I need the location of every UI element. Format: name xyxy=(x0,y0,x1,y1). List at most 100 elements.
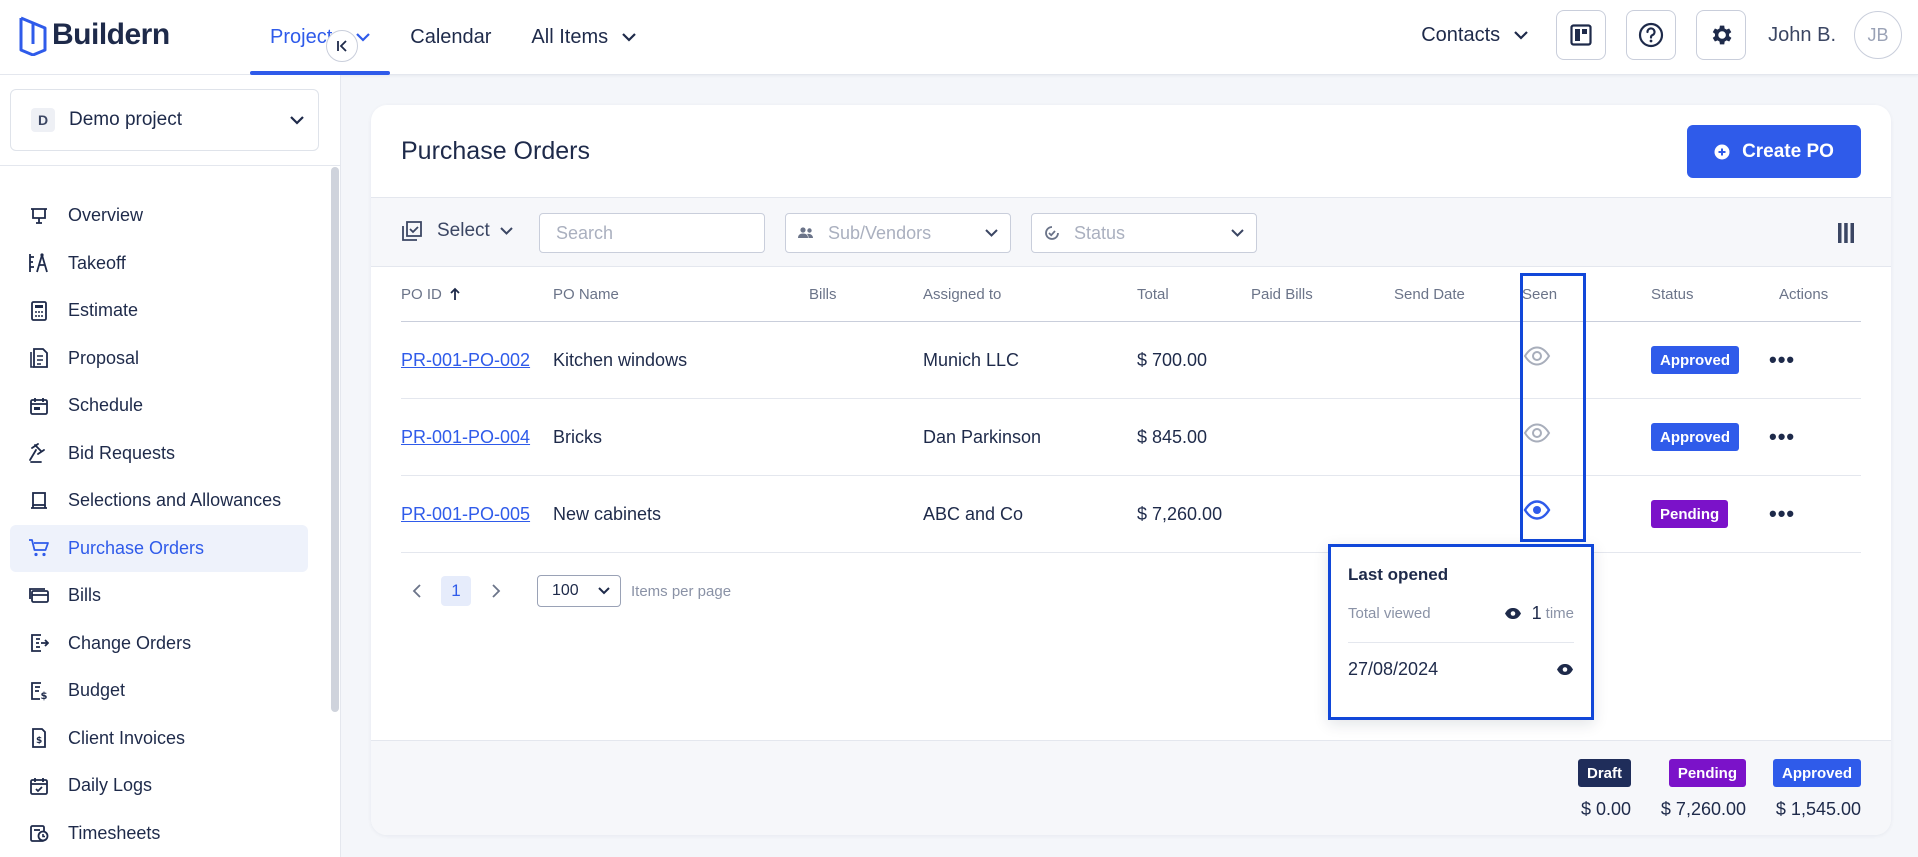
summary-pending: Pending $ 7,260.00 xyxy=(1661,759,1746,820)
sidebar-item-proposal[interactable]: Proposal xyxy=(10,335,308,383)
nav-projects[interactable]: Projects xyxy=(250,0,391,75)
takeoff-icon xyxy=(28,252,50,274)
page-title: Purchase Orders xyxy=(401,137,590,165)
eye-icon xyxy=(1523,423,1551,443)
view-count: 1 time xyxy=(1504,603,1574,624)
dashboard-button[interactable] xyxy=(1556,10,1607,60)
row-actions-button[interactable]: ••• xyxy=(1769,424,1795,450)
sidebar-scrollbar[interactable] xyxy=(331,167,339,712)
eye-icon xyxy=(1523,346,1551,366)
col-po-id[interactable]: PO ID xyxy=(401,286,460,303)
po-id-link[interactable]: PR-001-PO-004 xyxy=(401,427,530,448)
chevron-right-icon xyxy=(491,584,500,598)
po-total: $ 845.00 xyxy=(1137,426,1208,447)
per-page-label: Items per page xyxy=(631,582,732,600)
total-viewed-label: Total viewed xyxy=(1348,605,1431,622)
next-page-button[interactable] xyxy=(481,576,511,606)
bulk-select[interactable]: Select xyxy=(401,220,513,242)
approved-amount: $ 1,545.00 xyxy=(1775,799,1861,819)
people-icon xyxy=(798,227,813,238)
prev-page-button[interactable] xyxy=(401,576,431,606)
presentation-icon xyxy=(28,205,50,227)
nav-all-items[interactable]: All Items xyxy=(511,0,656,75)
svg-text:$: $ xyxy=(36,736,42,746)
project-badge: D xyxy=(31,108,55,132)
row-actions-button[interactable]: ••• xyxy=(1769,347,1795,373)
pending-badge: Pending xyxy=(1668,759,1746,787)
draft-amount: $ 0.00 xyxy=(1580,799,1631,819)
status-badge: Approved xyxy=(1651,423,1740,451)
col-bills[interactable]: Bills xyxy=(809,286,837,303)
gear-icon xyxy=(1712,25,1732,45)
sidebar-item-label: Client Invoices xyxy=(68,727,186,748)
col-status[interactable]: Status xyxy=(1651,286,1694,303)
sidebar-item-budget[interactable]: $ Budget xyxy=(10,667,308,715)
table-row[interactable]: PR-001-PO-002 Kitchen windows Munich LLC… xyxy=(401,322,1861,399)
sidebar-item-estimate[interactable]: Estimate xyxy=(10,287,308,335)
nav-calendar-label: Calendar xyxy=(410,26,492,48)
help-icon xyxy=(1639,22,1664,48)
column-settings-button[interactable] xyxy=(1837,222,1855,249)
project-selector[interactable]: D Demo project xyxy=(10,89,319,151)
sidebar-item-schedule[interactable]: Schedule xyxy=(10,382,308,430)
calculator-icon xyxy=(28,300,50,322)
sidebar-item-daily-logs[interactable]: Daily Logs xyxy=(10,762,308,810)
select-checkbox-icon xyxy=(402,221,422,241)
create-po-button[interactable]: Create PO xyxy=(1687,125,1861,178)
per-page-select[interactable]: 100 xyxy=(537,575,621,607)
sidebar-item-label: Proposal xyxy=(68,347,140,368)
sidebar-item-takeoff[interactable]: Takeoff xyxy=(10,240,308,288)
col-po-name[interactable]: PO Name xyxy=(553,286,619,303)
contacts-menu[interactable]: Contacts xyxy=(1421,24,1528,47)
sidebar-item-purchase-orders[interactable]: Purchase Orders xyxy=(10,524,308,572)
sidebar-item-client-invoices[interactable]: $ Client Invoices xyxy=(10,715,308,763)
nav-all-items-label: All Items xyxy=(531,26,609,48)
nav-calendar[interactable]: Calendar xyxy=(390,0,511,75)
table-row[interactable]: PR-001-PO-004 Bricks Dan Parkinson $ 845… xyxy=(401,399,1861,476)
sidebar-item-bid-requests[interactable]: Bid Requests xyxy=(10,430,308,478)
vendors-dropdown[interactable]: Sub/Vendors xyxy=(785,213,1011,253)
per-page-value: 100 xyxy=(552,582,579,599)
seen-indicator[interactable] xyxy=(1523,346,1551,371)
sidebar-item-change-orders[interactable]: Change Orders xyxy=(10,620,308,668)
top-right-controls: Contacts John B. JB xyxy=(1421,10,1902,60)
logo[interactable]: Buildern xyxy=(18,8,170,62)
table-row[interactable]: PR-001-PO-005 New cabinets ABC and Co $ … xyxy=(401,476,1861,553)
select-label: Select xyxy=(437,220,490,241)
help-button[interactable] xyxy=(1626,10,1677,60)
bills-icon xyxy=(28,585,50,607)
sidebar-item-bills[interactable]: Bills xyxy=(10,572,308,620)
col-assigned-to[interactable]: Assigned to xyxy=(923,286,1001,303)
popover-divider xyxy=(1348,642,1574,643)
status-dropdown[interactable]: Status xyxy=(1031,213,1257,253)
sidebar-item-timesheets[interactable]: Timesheets xyxy=(10,810,308,857)
col-send-date[interactable]: Send Date xyxy=(1394,286,1465,303)
summary-footer: Draft $ 0.00 Pending $ 7,260.00 Approved… xyxy=(371,740,1891,835)
col-paid-bills[interactable]: Paid Bills xyxy=(1251,286,1313,303)
avatar[interactable]: JB xyxy=(1854,11,1902,59)
proposal-icon xyxy=(28,347,50,369)
page-number[interactable]: 1 xyxy=(441,576,471,606)
last-opened-popover: Last opened Total viewed 1 time 27/08/20… xyxy=(1328,544,1594,720)
chevron-left-icon xyxy=(412,584,421,598)
col-seen[interactable]: Seen xyxy=(1522,286,1557,303)
col-actions: Actions xyxy=(1779,285,1829,303)
col-total[interactable]: Total xyxy=(1137,286,1169,303)
plus-circle-icon xyxy=(1714,144,1730,159)
logo-text: Buildern xyxy=(52,18,170,51)
settings-button[interactable] xyxy=(1696,10,1747,60)
daily-log-icon xyxy=(28,775,50,797)
collapse-sidebar-button[interactable] xyxy=(326,30,358,62)
seen-indicator[interactable] xyxy=(1523,500,1551,525)
row-actions-button[interactable]: ••• xyxy=(1769,501,1795,527)
user-name[interactable]: John B. xyxy=(1768,24,1836,47)
po-id-link[interactable]: PR-001-PO-005 xyxy=(401,504,530,525)
search-input[interactable] xyxy=(556,222,788,244)
seen-indicator[interactable] xyxy=(1523,423,1551,448)
search-field[interactable] xyxy=(539,213,788,253)
status-placeholder: Status xyxy=(1074,222,1126,243)
po-id-link[interactable]: PR-001-PO-002 xyxy=(401,350,530,371)
sidebar: D Demo project Overview Takeoff Estimate… xyxy=(0,75,341,857)
sidebar-item-overview[interactable]: Overview xyxy=(10,192,308,240)
sidebar-item-selections[interactable]: Selections and Allowances xyxy=(10,477,308,525)
